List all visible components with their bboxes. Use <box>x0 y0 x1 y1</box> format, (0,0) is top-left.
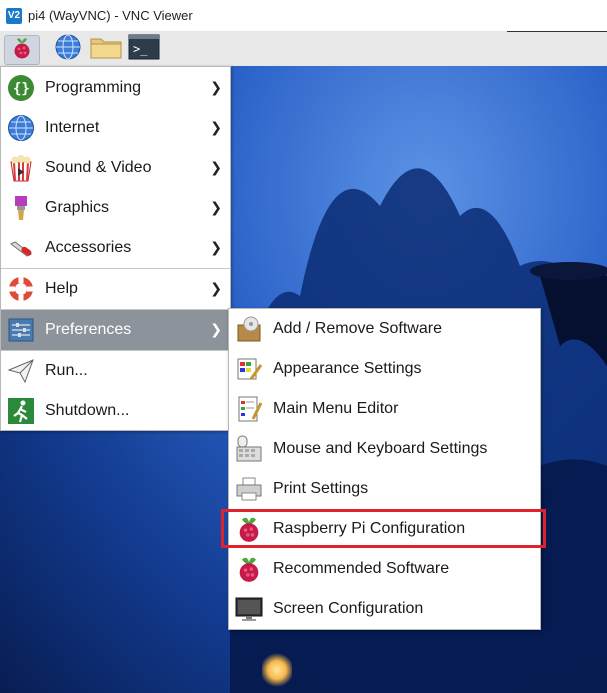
paper-plane-icon <box>6 356 36 386</box>
main-menu: {} Programming ❯ Internet ❯ Sound & Vide… <box>0 66 231 431</box>
folder-icon <box>90 35 122 64</box>
menu-item-run[interactable]: Run... <box>1 351 230 391</box>
globe-icon <box>54 33 82 66</box>
chevron-right-icon: ❯ <box>210 239 222 255</box>
submenu-item-label: Print Settings <box>273 480 369 497</box>
submenu-item-print-settings[interactable]: Print Settings <box>229 469 540 509</box>
menu-item-preferences[interactable]: Preferences ❯ <box>1 310 230 350</box>
submenu-item-label: Screen Configuration <box>273 600 424 617</box>
menu-item-label: Internet <box>45 119 100 136</box>
submenu-item-label: Appearance Settings <box>273 360 422 377</box>
mouse-keyboard-icon <box>234 434 264 464</box>
vnc-logo-icon: V2 <box>6 7 22 24</box>
menu-item-graphics[interactable]: Graphics ❯ <box>1 188 230 228</box>
menu-item-accessories[interactable]: Accessories ❯ <box>1 228 230 268</box>
submenu-item-label: Main Menu Editor <box>273 400 399 417</box>
popcorn-icon <box>6 153 36 183</box>
submenu-item-mouse-keyboard-settings[interactable]: Mouse and Keyboard Settings <box>229 429 540 469</box>
software-box-icon <box>234 314 264 344</box>
palette-icon <box>234 354 264 384</box>
running-man-icon <box>6 396 36 426</box>
chevron-right-icon: ❯ <box>210 159 222 175</box>
chevron-right-icon: ❯ <box>210 321 222 337</box>
raspberry-icon <box>234 554 264 584</box>
window-title-bar: V2 pi4 (WayVNC) - VNC Viewer <box>0 0 607 32</box>
globe-icon <box>6 113 36 143</box>
submenu-item-label: Mouse and Keyboard Settings <box>273 440 488 457</box>
menu-item-label: Help <box>45 280 78 297</box>
menu-item-label: Preferences <box>45 321 132 338</box>
paintbrush-icon <box>6 193 36 223</box>
submenu-item-recommended-software[interactable]: Recommended Software <box>229 549 540 589</box>
menu-item-help[interactable]: Help ❯ <box>1 269 230 309</box>
submenu-item-screen-configuration[interactable]: Screen Configuration <box>229 589 540 629</box>
menu-item-internet[interactable]: Internet ❯ <box>1 108 230 148</box>
pocket-knife-icon <box>6 233 36 263</box>
raspberry-icon <box>11 36 33 65</box>
raspberry-menu-button[interactable] <box>4 35 40 65</box>
menu-editor-icon <box>234 394 264 424</box>
preferences-submenu: Add / Remove Software Appearance Setting… <box>228 308 541 630</box>
taskbar: >_ <box>0 32 607 67</box>
submenu-item-appearance-settings[interactable]: Appearance Settings <box>229 349 540 389</box>
svg-text:{}: {} <box>13 81 30 97</box>
submenu-item-label: Recommended Software <box>273 560 450 577</box>
chevron-right-icon: ❯ <box>210 119 222 135</box>
submenu-item-add-remove-software[interactable]: Add / Remove Software <box>229 309 540 349</box>
file-manager-button[interactable] <box>90 35 122 64</box>
menu-item-label: Programming <box>45 79 142 96</box>
monitor-icon <box>234 594 264 624</box>
submenu-item-main-menu-editor[interactable]: Main Menu Editor <box>229 389 540 429</box>
sliders-icon <box>6 315 36 345</box>
menu-item-sound-video[interactable]: Sound & Video ❯ <box>1 148 230 188</box>
menu-item-label: Sound & Video <box>45 159 152 176</box>
menu-item-shutdown[interactable]: Shutdown... <box>1 391 230 431</box>
lantern-glow <box>262 653 292 687</box>
chevron-right-icon: ❯ <box>210 199 222 215</box>
menu-item-label: Shutdown... <box>45 402 130 419</box>
chevron-right-icon: ❯ <box>210 280 222 296</box>
menu-item-label: Accessories <box>45 239 132 256</box>
highlight-box <box>221 509 546 548</box>
lifebuoy-icon <box>6 274 36 304</box>
submenu-item-label: Add / Remove Software <box>273 320 442 337</box>
menu-item-label: Run... <box>45 362 88 379</box>
terminal-icon: >_ <box>128 34 160 65</box>
code-braces-icon: {} <box>6 73 36 103</box>
menu-item-programming[interactable]: {} Programming ❯ <box>1 68 230 108</box>
terminal-button[interactable]: >_ <box>128 34 160 65</box>
printer-icon <box>234 474 264 504</box>
chevron-right-icon: ❯ <box>210 79 222 95</box>
svg-text:>_: >_ <box>133 42 148 56</box>
browser-button[interactable] <box>53 33 83 66</box>
window-title: pi4 (WayVNC) - VNC Viewer <box>28 8 193 23</box>
menu-item-label: Graphics <box>45 199 110 216</box>
